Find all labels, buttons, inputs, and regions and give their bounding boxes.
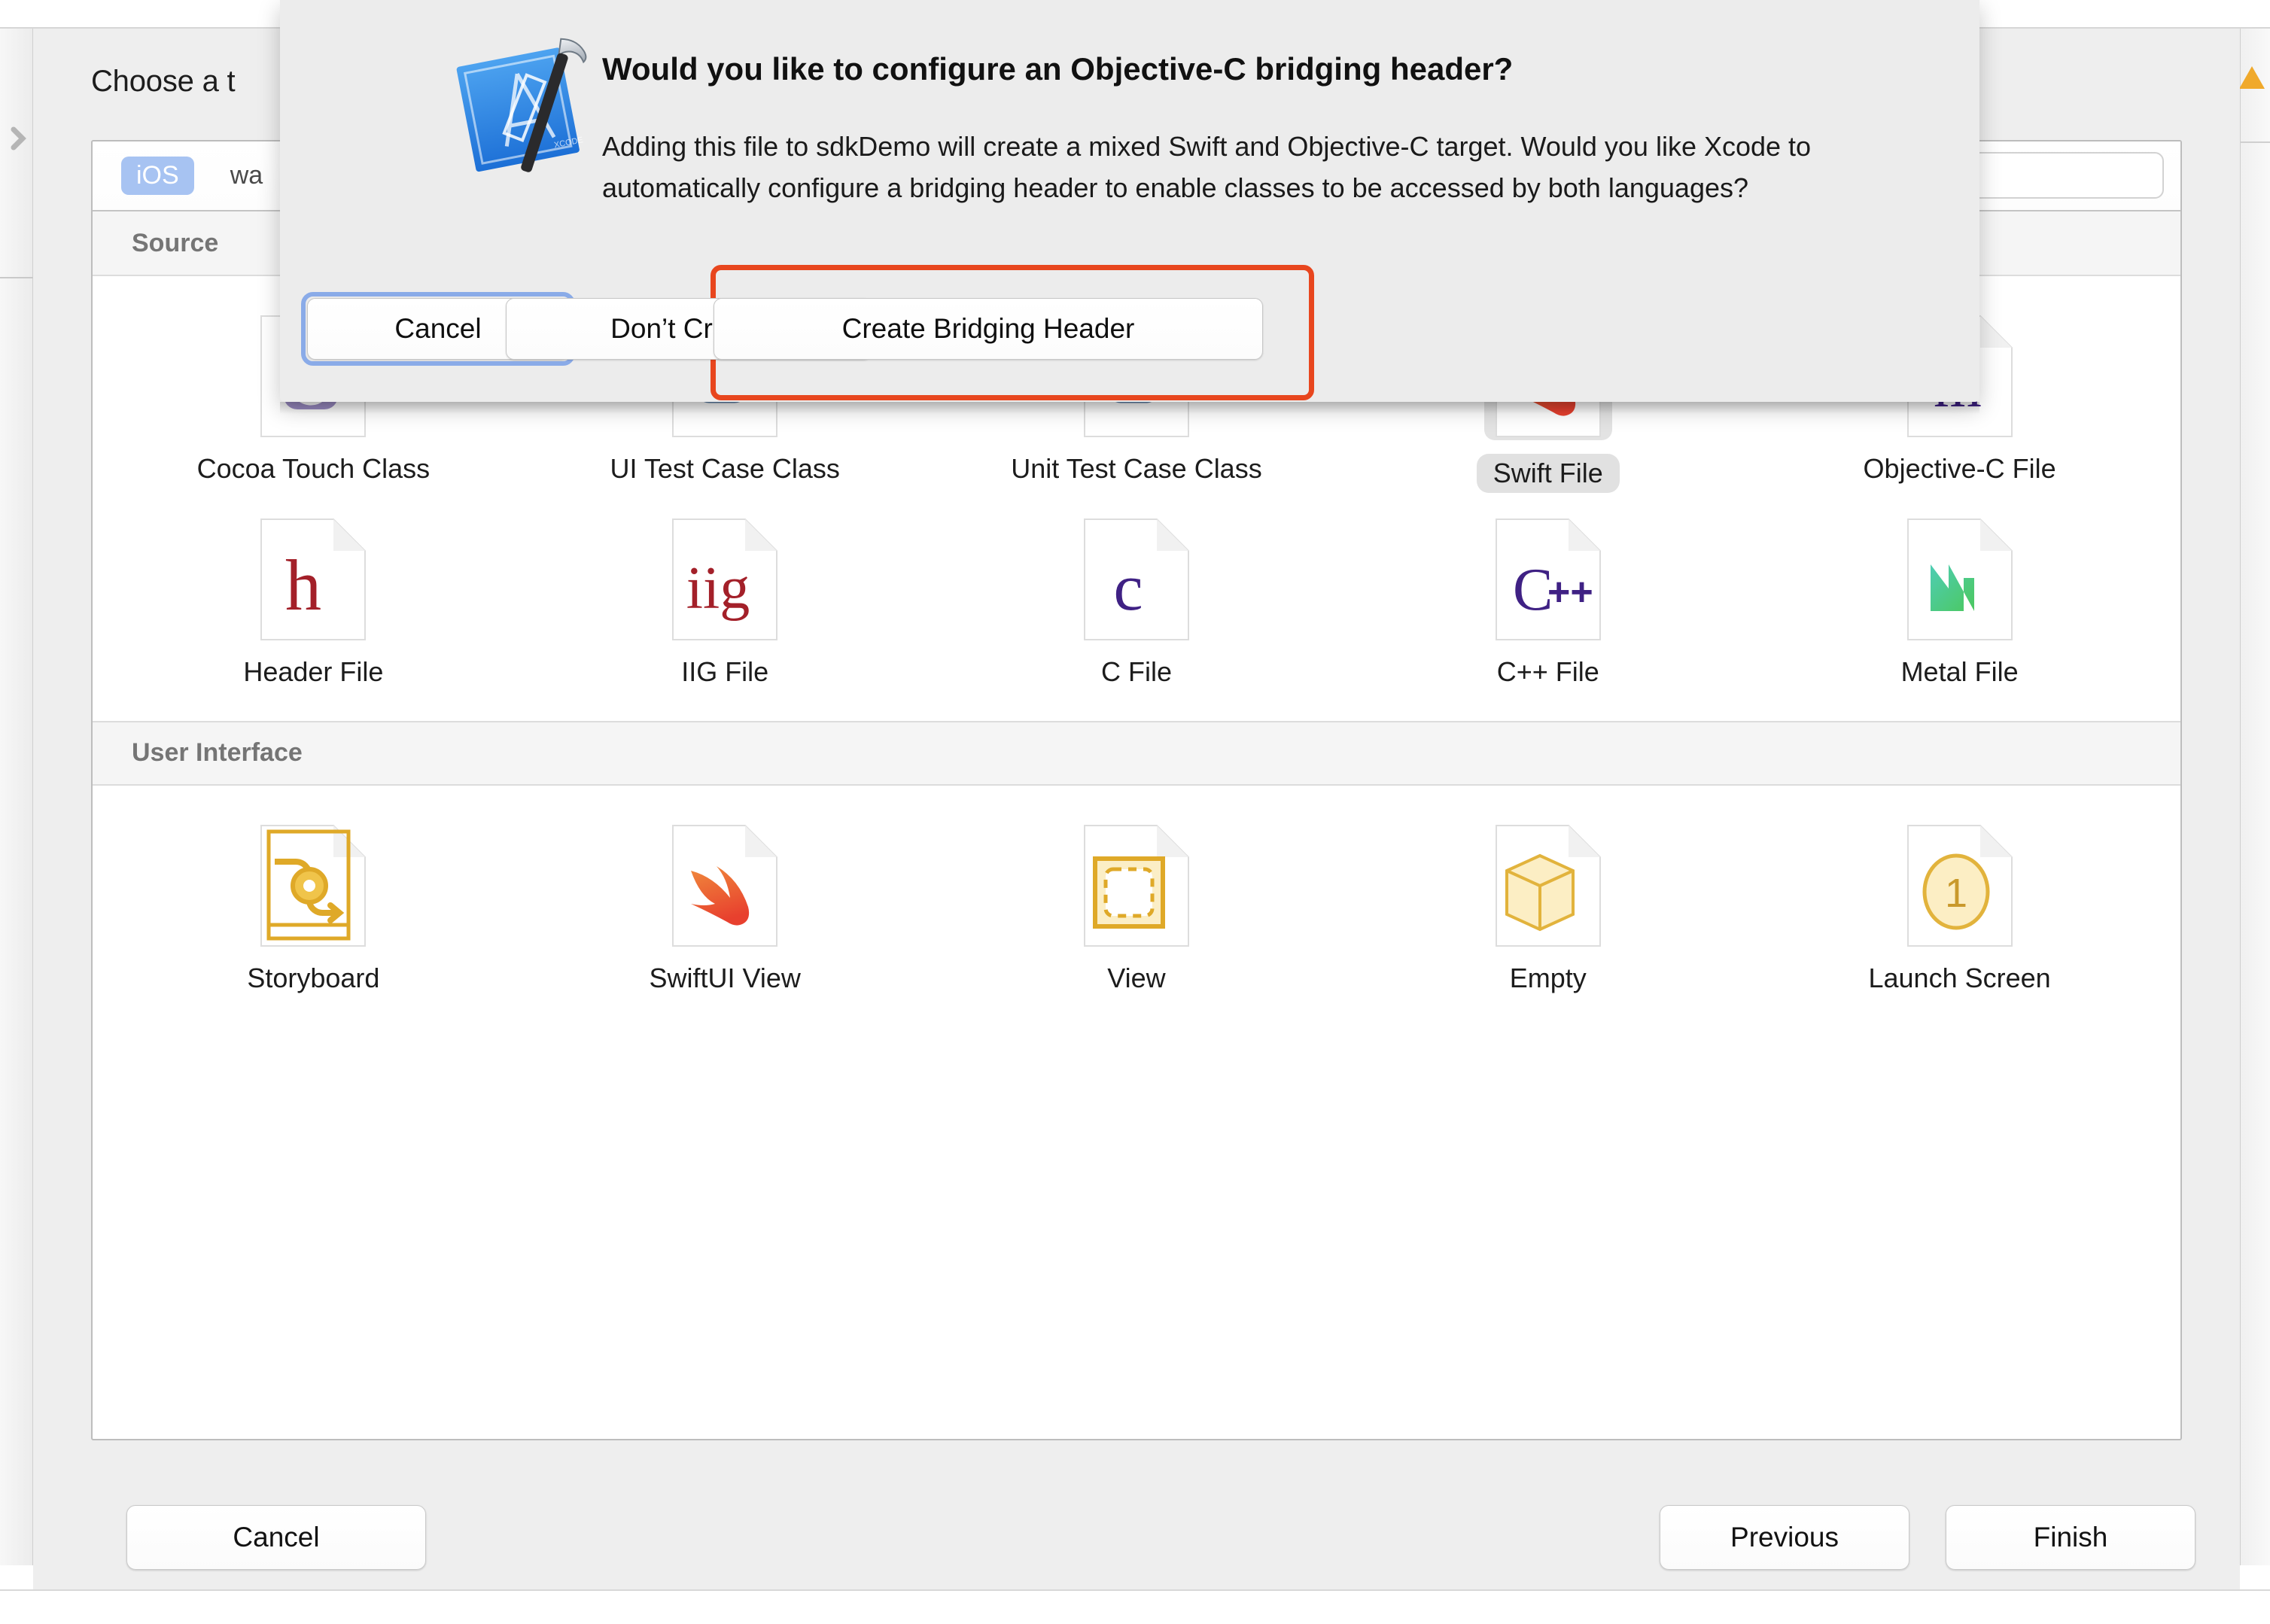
svg-text:iig: iig <box>686 555 750 622</box>
template-label: View <box>1107 962 1166 993</box>
template-swiftui-view[interactable]: SwiftUI View <box>519 811 931 993</box>
template-label: Swift File <box>1476 454 1620 494</box>
chevron-right-icon[interactable] <box>9 110 29 170</box>
cpp-file-icon: C ++ <box>1484 515 1612 643</box>
finish-button[interactable]: Finish <box>1946 1505 2195 1570</box>
template-label: UI Test Case Class <box>610 453 840 484</box>
template-label: C++ File <box>1496 656 1599 688</box>
template-label: Unit Test Case Class <box>1011 453 1262 484</box>
cancel-button[interactable]: Cancel <box>126 1505 426 1570</box>
template-header-file[interactable]: h Header File <box>108 505 519 687</box>
template-label: Metal File <box>1900 656 2019 688</box>
template-label: Header File <box>243 656 384 688</box>
template-label: Cocoa Touch Class <box>196 453 431 484</box>
navigator-rail <box>0 29 33 1565</box>
inspector-divider <box>2240 141 2270 143</box>
tab-ios[interactable]: iOS <box>121 157 194 195</box>
template-iig-file[interactable]: iig IIG File <box>519 505 931 687</box>
previous-button[interactable]: Previous <box>1660 1505 1909 1570</box>
template-label: Objective-C File <box>1863 453 2056 484</box>
template-label: Storyboard <box>247 962 380 993</box>
template-cpp-file[interactable]: C ++ C++ File <box>1342 505 1754 687</box>
svg-text:h: h <box>285 545 321 625</box>
svg-text:1: 1 <box>1945 871 1967 916</box>
template-label: Launch Screen <box>1868 962 2051 993</box>
section-header-user-interface: User Interface <box>93 720 2180 786</box>
bridging-header-alert: XCODE Would you like to configure an Obj… <box>280 0 1979 402</box>
alert-button-row: Cancel Don’t Create Create Bridging Head… <box>280 265 1979 400</box>
tab-watchos[interactable]: wa <box>215 157 278 195</box>
header-file-icon: h <box>249 515 377 643</box>
swiftui-view-icon <box>661 822 789 950</box>
template-metal-file[interactable]: Metal File <box>1754 505 2165 687</box>
alert-shadow <box>280 402 1979 414</box>
svg-text:++: ++ <box>1547 570 1593 614</box>
template-c-file[interactable]: c C File <box>931 505 1343 687</box>
xcode-app-icon: XCODE <box>452 30 590 178</box>
c-file-icon: c <box>1073 515 1200 643</box>
window-bottom-divider <box>0 1589 2270 1591</box>
inspector-rail <box>2238 29 2270 1565</box>
svg-text:c: c <box>1113 552 1143 625</box>
empty-file-icon <box>1484 822 1612 950</box>
template-label: Empty <box>1509 962 1587 993</box>
launch-screen-icon: 1 <box>1896 822 2024 950</box>
template-view[interactable]: View <box>931 811 1343 993</box>
metal-file-icon <box>1896 515 2024 643</box>
page-title: Choose a t <box>91 65 236 98</box>
rail-divider <box>0 277 33 278</box>
user-interface-template-grid: Storyboard SwiftUI View View Empty 1 Lau… <box>93 786 2180 1026</box>
template-empty[interactable]: Empty <box>1342 811 1754 993</box>
template-label: C File <box>1100 656 1172 688</box>
warning-triangle-icon[interactable] <box>2238 65 2265 94</box>
template-label: SwiftUI View <box>649 962 801 993</box>
iig-file-icon: iig <box>661 515 789 643</box>
alert-message: Adding this file to sdkDemo will create … <box>602 131 1812 203</box>
alert-title: Would you like to configure an Objective… <box>602 51 1514 87</box>
template-storyboard[interactable]: Storyboard <box>108 811 519 993</box>
storyboard-icon <box>249 822 377 950</box>
platform-tabs: iOS wa <box>93 157 278 195</box>
view-icon <box>1073 822 1200 950</box>
template-launch-screen[interactable]: 1 Launch Screen <box>1754 811 2165 993</box>
template-label: IIG File <box>681 656 769 688</box>
alert-create-bridging-header-button[interactable]: Create Bridging Header <box>714 298 1263 360</box>
